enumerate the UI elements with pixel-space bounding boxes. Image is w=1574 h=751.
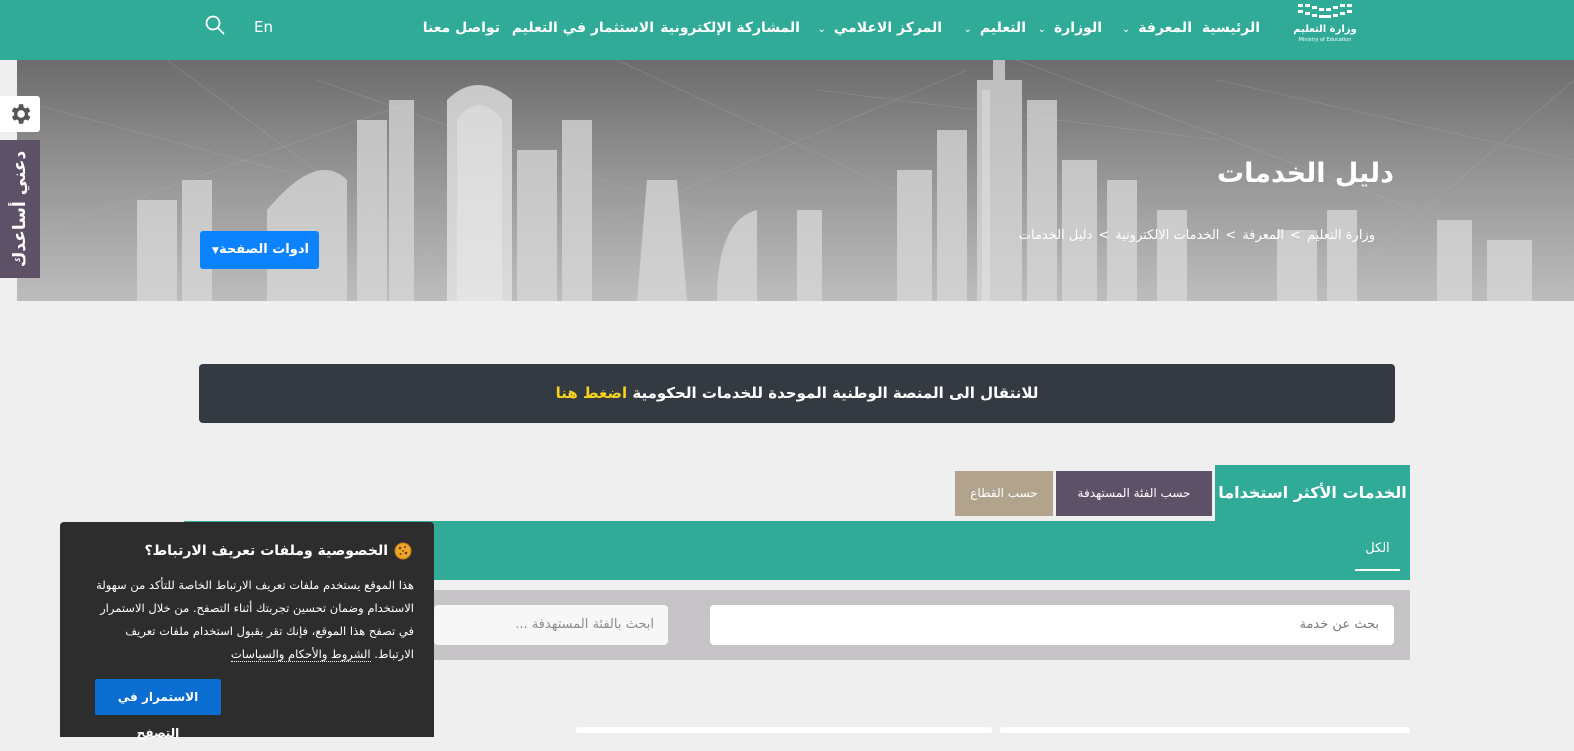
nav-e-participation[interactable]: المشاركة الإلكترونية [660, 17, 800, 39]
nav-contact-label: تواصل معنا [422, 20, 500, 36]
top-navbar: وزارة التعليم Ministry of Education الرئ… [0, 0, 1574, 60]
unified-platform-banner: للانتقال الى المنصة الوطنية الموحدة للخد… [199, 364, 1395, 423]
service-search-input[interactable]: بحث عن خدمة [710, 605, 1394, 645]
continue-browsing-button[interactable]: الاستمرار في التصفح [95, 679, 221, 740]
page-tools-button[interactable]: ادوات الصفحة▼ [200, 231, 319, 269]
logo-arabic-text: وزارة التعليم [1293, 24, 1357, 35]
help-me-tab[interactable]: دعني أساعدك [0, 140, 40, 278]
breadcrumb-separator: > [1225, 228, 1237, 243]
nav-e-participation-label: المشاركة الإلكترونية [660, 20, 800, 36]
cookie-title-text: الخصوصية وملفات تعريف الارتباط؟ [144, 543, 388, 559]
gear-icon [11, 104, 31, 124]
nav-ministry-label: الوزارة [1053, 20, 1102, 36]
nav-home-label: الرئيسية [1201, 20, 1260, 36]
cookie-icon [394, 542, 412, 560]
caret-down-icon: ▼ [212, 246, 219, 256]
cookie-body: هذا الموقع يستخدم ملفات تعريف الارتباط ا… [94, 574, 414, 666]
nav-investment[interactable]: الاستثمار في التعليم [512, 17, 654, 39]
nav-media-center[interactable]: المركز الاعلامي ⌄ [817, 17, 942, 39]
logo-english-text: Ministry of Education [1298, 37, 1352, 43]
nav-contact[interactable]: تواصل معنا [423, 17, 500, 39]
nav-media-center-label: المركز الاعلامي [833, 20, 942, 36]
subtab-all[interactable]: الكل [1355, 536, 1400, 571]
page-tools-label: ادوات الصفحة [218, 242, 309, 257]
nav-education-label: التعليم [979, 20, 1026, 36]
breadcrumb-separator: > [1098, 228, 1110, 243]
chevron-down-icon: ⌄ [817, 24, 826, 35]
help-me-label: دعني أساعدك [10, 150, 30, 268]
breadcrumb-ministry[interactable]: وزارة التعليم [1307, 228, 1375, 243]
logo-mark-icon [1298, 4, 1352, 18]
nav-knowledge[interactable]: المعرفة ⌄ [1122, 17, 1192, 39]
audience-search-input[interactable]: ابحث بالفئة المستهدفة ... [434, 605, 668, 645]
chevron-down-icon: ⌄ [1121, 24, 1131, 35]
tab-by-sector[interactable]: حسب القطاع [955, 471, 1053, 516]
nav-home[interactable]: الرئيسية [1202, 17, 1260, 39]
breadcrumb: وزارة التعليم > المعرفة > الخدمات الالكتروني… [1019, 228, 1375, 243]
breadcrumb-knowledge[interactable]: المعرفة [1242, 228, 1284, 243]
service-card[interactable] [576, 727, 992, 733]
cookie-title: الخصوصية وملفات تعريف الارتباط؟ [144, 542, 412, 560]
chevron-down-icon: ⌄ [1037, 24, 1046, 35]
breadcrumb-separator: > [1290, 228, 1301, 243]
breadcrumb-current: دليل الخدمات [1018, 228, 1093, 243]
terms-link[interactable]: الشروط والأحكام والسياسات [230, 647, 371, 662]
search-button[interactable] [204, 14, 226, 36]
nav-investment-label: الاستثمار في التعليم [511, 20, 654, 36]
breadcrumb-e-services[interactable]: الخدمات الالكترونية [1115, 228, 1219, 243]
page-title: دليل الخدمات [1217, 158, 1394, 189]
language-toggle[interactable]: En [254, 17, 273, 37]
chevron-down-icon: ⌄ [963, 24, 972, 35]
hero-banner: دليل الخدمات وزارة التعليم > المعرفة > الخدم… [17, 60, 1574, 301]
nav-knowledge-label: المعرفة [1138, 20, 1192, 36]
banner-text: للانتقال الى المنصة الوطنية الموحدة للخد… [632, 384, 1039, 402]
ministry-logo[interactable]: وزارة التعليم Ministry of Education [1290, 0, 1360, 48]
cookie-consent-popup: الخصوصية وملفات تعريف الارتباط؟ هذا المو… [60, 522, 434, 740]
nav-ministry[interactable]: الوزارة ⌄ [1038, 17, 1102, 39]
nav-education[interactable]: التعليم ⌄ [964, 17, 1026, 39]
accessibility-settings-button[interactable] [0, 96, 40, 132]
banner-link[interactable]: اضغط هنا [556, 384, 628, 402]
search-icon [205, 15, 225, 35]
tab-by-audience[interactable]: حسب الفئة المستهدفة [1056, 471, 1212, 516]
service-card[interactable] [1000, 727, 1410, 733]
tab-most-used[interactable]: الخدمات الأكثر استخداما [1215, 465, 1410, 521]
